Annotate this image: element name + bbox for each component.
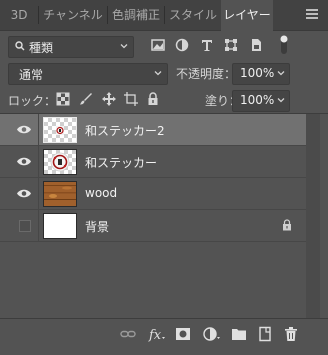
eye-icon[interactable] <box>16 188 32 199</box>
opacity-value: 100% <box>240 66 275 80</box>
tab-3d[interactable]: 3D <box>0 0 38 30</box>
fill-field[interactable]: 100% <box>232 90 290 112</box>
wood-texture-image <box>44 182 76 206</box>
filter-kind-label: 種類 <box>29 41 54 55</box>
layer-name[interactable]: 和ステッカー <box>85 154 157 171</box>
filter-toggle-switch[interactable] <box>279 33 289 57</box>
lock-image-pixels-brush-icon[interactable] <box>79 92 93 106</box>
layers-panel: 3D チャンネル 色調補正 スタイル レイヤー 種類 通常 不透明度： 100%… <box>0 0 328 355</box>
divider <box>38 114 39 145</box>
chevron-down-icon <box>154 71 162 76</box>
chevron-down-icon <box>277 98 285 103</box>
add-layer-mask-icon[interactable] <box>175 326 191 342</box>
svg-text:fx: fx <box>148 328 162 342</box>
layer-row[interactable]: 背景 <box>0 210 306 242</box>
filter-shape-icon[interactable] <box>223 37 239 53</box>
layer-name[interactable]: wood <box>85 186 117 200</box>
blend-mode-value: 通常 <box>19 68 44 82</box>
eye-icon[interactable] <box>16 156 32 167</box>
lock-transparent-pixels-icon[interactable] <box>56 92 70 106</box>
filter-adjustment-icon[interactable] <box>174 37 190 53</box>
layer-row[interactable]: 和ステッカー <box>0 146 306 178</box>
fill-value: 100% <box>240 93 275 107</box>
tab-layers[interactable]: レイヤー <box>221 0 273 31</box>
link-layers-icon[interactable] <box>120 326 136 342</box>
filter-type-icon[interactable] <box>199 37 215 53</box>
sticker-small-image <box>56 126 64 135</box>
panel-menu-icon[interactable] <box>306 9 318 21</box>
blend-mode-select[interactable]: 通常 <box>8 63 168 85</box>
layer-name[interactable]: 和ステッカー2 <box>85 122 165 139</box>
scrollbar-track[interactable] <box>306 114 320 318</box>
layer-name[interactable]: 背景 <box>85 218 109 235</box>
new-layer-icon[interactable] <box>257 326 273 342</box>
tab-adjustments[interactable]: 色調補正 <box>108 0 164 30</box>
layer-thumbnail[interactable] <box>43 117 77 143</box>
filter-kind-select[interactable]: 種類 <box>8 36 134 58</box>
divider <box>38 210 39 241</box>
lock-artboard-icon[interactable] <box>124 92 138 106</box>
opacity-field[interactable]: 100% <box>232 63 290 85</box>
sticker-image <box>50 152 70 172</box>
layer-thumbnail[interactable] <box>43 149 77 175</box>
divider <box>38 178 39 209</box>
layer-row[interactable]: 和ステッカー2 <box>0 114 306 146</box>
chevron-down-icon <box>120 44 128 49</box>
opacity-label: 不透明度： <box>176 67 237 81</box>
new-group-folder-icon[interactable] <box>231 326 247 342</box>
delete-layer-trash-icon[interactable] <box>283 326 299 342</box>
lock-label: ロック： <box>8 94 57 108</box>
search-icon <box>15 41 25 51</box>
tab-styles[interactable]: スタイル <box>165 0 221 30</box>
new-adjustment-layer-icon[interactable] <box>203 326 221 342</box>
eye-icon[interactable] <box>16 124 32 135</box>
lock-icon <box>283 219 291 231</box>
lock-position-move-icon[interactable] <box>102 92 116 106</box>
divider <box>38 146 39 177</box>
layer-thumbnail[interactable] <box>43 181 77 207</box>
visibility-toggle[interactable] <box>19 220 31 232</box>
filter-pixel-icon[interactable] <box>150 37 166 53</box>
layer-row[interactable]: wood <box>0 178 306 210</box>
lock-all-icon[interactable] <box>146 92 160 106</box>
layer-thumbnail[interactable] <box>43 213 77 239</box>
layer-style-fx-icon[interactable]: fx <box>148 326 166 342</box>
tab-channels[interactable]: チャンネル <box>39 0 107 30</box>
panel-tab-bar: 3D チャンネル 色調補正 スタイル レイヤー <box>0 0 328 31</box>
chevron-down-icon <box>277 71 285 76</box>
filter-smart-object-icon[interactable] <box>248 37 264 53</box>
